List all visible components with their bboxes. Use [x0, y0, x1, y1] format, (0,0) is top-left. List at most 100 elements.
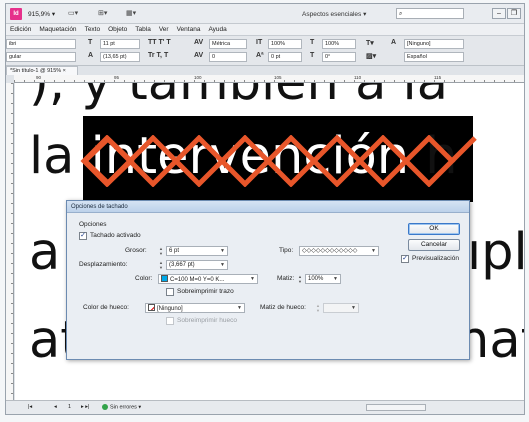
cyan-swatch-icon	[161, 275, 168, 282]
char-style-select[interactable]: [Ninguno]	[404, 39, 464, 49]
view-options-icon[interactable]: ▭▾	[68, 9, 88, 19]
horizontal-scale-field[interactable]: 100%	[322, 39, 356, 49]
desplazamiento-select[interactable]: (3,667 pt) ▼	[166, 260, 228, 270]
caps-icon[interactable]: TT T' T	[148, 39, 171, 46]
matiz-stepper[interactable]: ▲ ▼	[297, 274, 303, 284]
matiz-select[interactable]: 100% ▼	[305, 274, 341, 284]
menu-ayuda[interactable]: Ayuda	[208, 26, 226, 33]
screen-mode-icon[interactable]: ⊞▾	[98, 9, 118, 19]
tracking-field[interactable]: 0	[209, 52, 247, 62]
menu-objeto[interactable]: Objeto	[108, 26, 127, 33]
sobreimprimir-trazo-label[interactable]: Sobreimprimir trazo	[177, 288, 234, 295]
zoom-level[interactable]: 915,9% ▾	[28, 10, 55, 18]
diamond-chain	[80, 135, 477, 187]
strike-enabled-checkbox[interactable]: ✓	[79, 232, 87, 240]
help-search-input[interactable]: ⌕	[396, 8, 464, 19]
tipo-label: Tipo:	[279, 247, 294, 254]
stroke-text-icon[interactable]: ▨▾	[366, 52, 376, 60]
menu-tabla[interactable]: Tabla	[135, 26, 151, 33]
workspace-switcher[interactable]: Aspectos esenciales ▾	[302, 10, 366, 18]
vertical-scale-field[interactable]: 100%	[268, 39, 302, 49]
options-group: Opciones ✓ Tachado activado Grosor: ▲ ▼ 6…	[77, 221, 403, 339]
matiz-hueco-select: ▼	[323, 303, 359, 313]
indesign-window: Id 915,9% ▾ ▭▾ ⊞▾ ▦▾ Aspectos esenciales…	[5, 3, 525, 415]
first-page-icon[interactable]: |◂	[28, 404, 32, 410]
font-family-select[interactable]: ibri	[6, 39, 76, 49]
font-size-field[interactable]: 11 pt	[100, 39, 140, 49]
grosor-value: 6 pt	[169, 248, 180, 254]
menu-texto[interactable]: Texto	[85, 26, 101, 33]
preflight-status[interactable]: Sin errores ▾	[102, 404, 141, 410]
menu-ver[interactable]: Ver	[159, 26, 169, 33]
strike-enabled-label[interactable]: Tachado activado	[90, 232, 141, 239]
matiz-hueco-stepper: ▲ ▼	[316, 303, 320, 313]
menu-bar: Edición Maquetación Texto Objeto Tabla V…	[6, 24, 524, 36]
status-bar: |◂ ◂ 1 ▸ ▸| Sin errores ▾	[6, 400, 524, 414]
font-size-icon: T	[88, 39, 93, 46]
sobreimprimir-trazo-checkbox[interactable]	[166, 288, 174, 296]
preview-checkbox[interactable]: ✓	[401, 255, 409, 263]
grosor-stepper[interactable]: ▲ ▼	[158, 246, 164, 256]
window-controls: – ❐	[492, 8, 521, 19]
chevron-down-icon: ▼	[220, 262, 225, 268]
kerning-field[interactable]: Métrica	[209, 39, 247, 49]
restore-icon[interactable]: ❐	[507, 8, 521, 19]
strikethrough-options-dialog: Opciones de tachado Opciones ✓ Tachado a…	[66, 200, 470, 360]
vertical-scale-icon: IT	[256, 39, 263, 46]
sobreimprimir-hueco-checkbox	[166, 317, 174, 325]
dialog-title[interactable]: Opciones de tachado	[67, 201, 469, 213]
color-select[interactable]: C=100 M=0 Y=0 K... ▼	[158, 274, 258, 284]
desplazamiento-label: Desplazamiento:	[79, 261, 128, 268]
tipo-select[interactable]: ◇◇◇◇◇◇◇◇◇◇◇◇ ▼	[299, 246, 379, 256]
desplazamiento-value: (3,667 pt)	[169, 262, 195, 268]
workspace-label: Aspectos esenciales	[302, 11, 362, 18]
ok-button[interactable]: OK	[408, 223, 460, 235]
document-tab[interactable]: *Sin título-1 @ 915% ×	[6, 66, 78, 75]
search-icon: ⌕	[399, 11, 403, 17]
indesign-logo-icon: Id	[10, 8, 22, 20]
menu-edicion[interactable]: Edición	[10, 26, 31, 33]
underline-icon[interactable]: Tr T, T	[148, 52, 168, 59]
prev-page-icon[interactable]: ◂	[54, 404, 57, 410]
title-bar: Id 915,9% ▾ ▭▾ ⊞▾ ▦▾ Aspectos esenciales…	[6, 4, 524, 24]
zoom-value: 915,9%	[28, 11, 51, 18]
kerning-icon: AV	[194, 39, 204, 46]
cancel-button[interactable]: Cancelar	[408, 239, 460, 251]
menu-ventana[interactable]: Ventana	[177, 26, 201, 33]
color-hueco-value: [Ninguno]	[157, 306, 183, 312]
fill-text-icon[interactable]: T▾	[366, 39, 374, 47]
control-panel: ibri gular T 11 pt A (13,65 pt) TT T' T …	[6, 36, 524, 66]
desplazamiento-stepper[interactable]: ▲ ▼	[158, 260, 164, 270]
chevron-down-icon: ▼	[351, 305, 356, 311]
matiz-label: Matiz:	[277, 275, 295, 282]
grosor-select[interactable]: 6 pt ▼	[166, 246, 228, 256]
diamond-strikethrough	[80, 135, 477, 187]
language-select[interactable]: Español	[404, 52, 464, 62]
preview-label[interactable]: Previsualización	[412, 255, 459, 262]
color-label: Color:	[135, 275, 153, 282]
horizontal-scrollbar[interactable]	[366, 404, 426, 411]
leading-field[interactable]: (13,65 pt)	[100, 52, 140, 62]
baseline-icon: Aª	[256, 52, 264, 59]
vertical-ruler[interactable]	[6, 83, 14, 400]
horizontal-scale-icon: T	[310, 39, 315, 46]
menu-maquetacion[interactable]: Maquetación	[39, 26, 76, 33]
color-hueco-select[interactable]: [Ninguno] ▼	[145, 303, 245, 313]
chevron-down-icon: ▼	[333, 276, 338, 282]
diamond-stroke-mark	[83, 135, 135, 187]
page-number[interactable]: 1	[68, 404, 71, 410]
tipo-value: ◇◇◇◇◇◇◇◇◇◇◇◇	[302, 248, 358, 254]
chevron-down-icon: ▼	[371, 248, 376, 254]
ruler-label: 90	[36, 75, 42, 80]
baseline-field[interactable]: 0 pt	[268, 52, 302, 62]
none-swatch-icon	[148, 304, 155, 311]
arrange-docs-icon[interactable]: ▦▾	[126, 9, 146, 19]
skew-icon: T	[310, 52, 315, 59]
next-page-icon[interactable]: ▸ ▸|	[81, 404, 89, 410]
font-style-select[interactable]: gular	[6, 52, 76, 62]
horizontal-ruler[interactable]	[14, 75, 524, 83]
minimize-icon[interactable]: –	[492, 8, 506, 19]
sobreimprimir-hueco-label: Sobreimprimir hueco	[177, 317, 237, 324]
skew-field[interactable]: 0°	[322, 52, 356, 62]
grosor-label: Grosor:	[125, 247, 147, 254]
